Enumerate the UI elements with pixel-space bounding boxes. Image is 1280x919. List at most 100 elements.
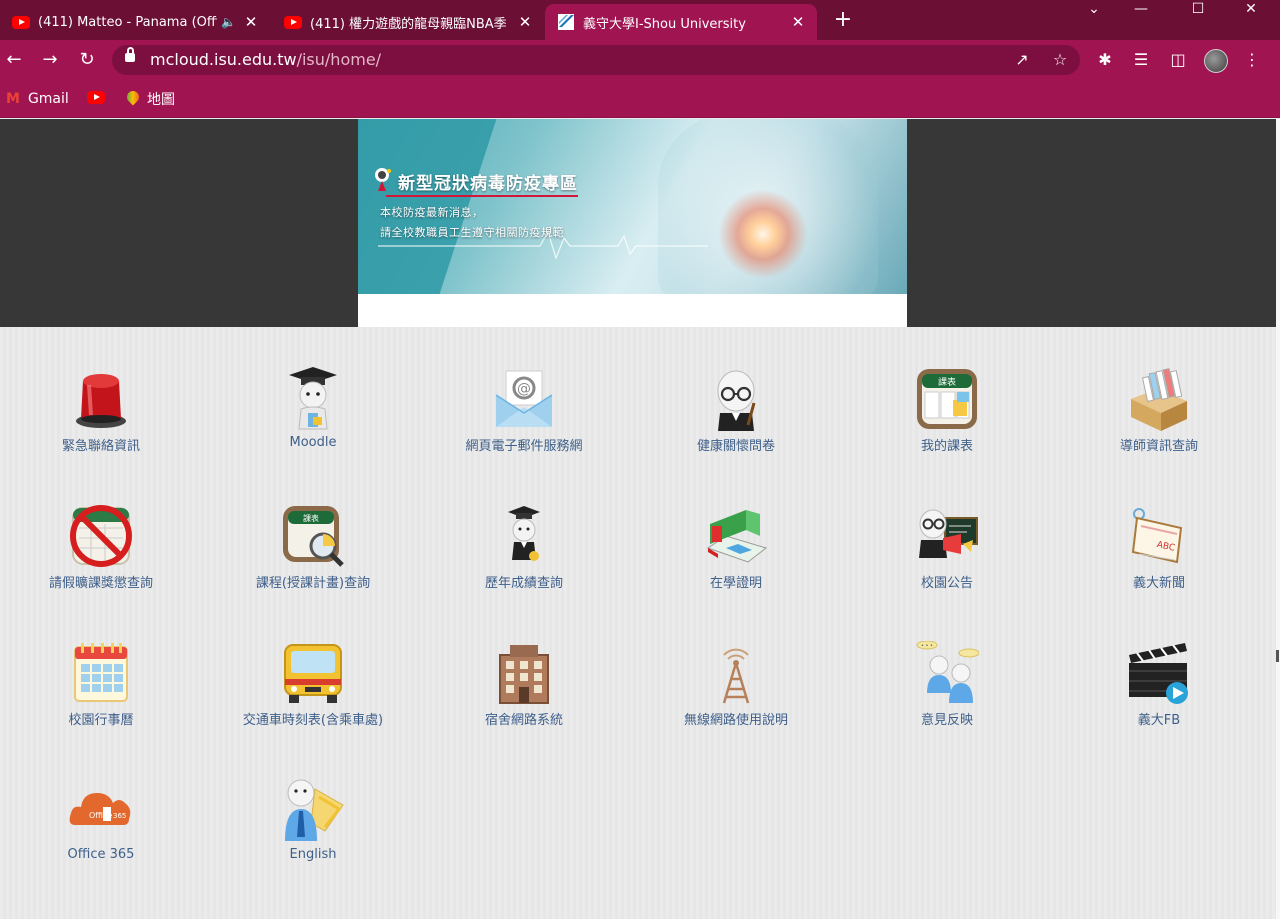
youtube-icon <box>87 90 105 108</box>
app-health-survey[interactable]: 健康關懷問卷 <box>646 367 826 477</box>
office365-cloud-icon: Office 365 <box>69 793 131 825</box>
app-label: 校園公告 <box>920 576 973 591</box>
app-mentor-info[interactable]: 導師資訊查詢 <box>1069 367 1249 477</box>
app-label: 導師資訊查詢 <box>1119 439 1198 454</box>
scrollbar-thumb[interactable] <box>1276 650 1279 662</box>
bookmark-youtube[interactable] <box>87 89 113 109</box>
close-icon[interactable]: ✕ <box>516 13 534 31</box>
app-webmail[interactable]: @ 網頁電子郵件服務網 <box>434 367 614 477</box>
shuttle-bus-icon <box>284 644 342 703</box>
url-host: mcloud.isu.edu.tw <box>150 50 297 69</box>
browser-toolbar: ← → ↻ mcloud.isu.edu.tw/isu/home/ ↗ ☆ ✱ … <box>0 40 1280 80</box>
page-content: 新型冠狀病毒防疫專區 本校防疫最新消息， 請全校教職員工生遵守相關防疫規範 緊急… <box>0 119 1276 919</box>
maps-icon <box>127 91 139 107</box>
app-office365[interactable]: Office 365 Office 365 <box>11 779 191 889</box>
tab-isu[interactable]: 義守大學I-Shou University ✕ <box>545 4 817 40</box>
app-label: Moodle <box>289 435 337 450</box>
app-isu-fb[interactable]: 義大FB <box>1069 641 1249 751</box>
bookmark-label: Gmail <box>27 91 69 107</box>
app-grades[interactable]: 歷年成績查詢 <box>434 504 614 614</box>
lock-icon <box>125 47 135 62</box>
app-label: 緊急聯絡資訊 <box>61 439 140 454</box>
app-english[interactable]: English <box>223 779 403 889</box>
app-label: 我的課表 <box>920 439 973 454</box>
app-label: 義大FB <box>1137 713 1181 728</box>
app-dorm-network[interactable]: 宿舍網路系統 <box>434 641 614 751</box>
campus-announcement-icon <box>919 509 978 558</box>
bookmark-gmail[interactable]: M Gmail <box>6 89 69 109</box>
app-campus-announcement[interactable]: 校園公告 <box>857 504 1037 614</box>
media-playlist-icon[interactable]: ☰ <box>1131 50 1151 70</box>
tab-title: 義守大學I-Shou University <box>583 16 746 32</box>
app-shuttle-bus[interactable]: 交通車時刻表(含乘車處) <box>223 641 403 751</box>
bookmark-label: 地圖 <box>147 92 175 108</box>
svg-text:@: @ <box>517 381 531 397</box>
course-search-icon: 課表 <box>283 506 344 567</box>
app-label: 在學證明 <box>709 576 762 591</box>
forward-icon[interactable]: → <box>38 48 62 72</box>
url-text[interactable]: mcloud.isu.edu.tw/isu/home/ <box>150 50 381 69</box>
bookmarks-bar: M Gmail 地圖 <box>0 80 1280 118</box>
reload-icon[interactable]: ↻ <box>75 48 99 72</box>
app-label: 課程(授課計畫)查詢 <box>255 576 371 591</box>
tab-search-icon[interactable]: ⌄ <box>1083 0 1105 20</box>
back-icon[interactable]: ← <box>2 48 26 72</box>
app-label: 宿舍網路系統 <box>484 713 563 728</box>
hero-band: 新型冠狀病毒防疫專區 本校防疫最新消息， 請全校教職員工生遵守相關防疫規範 <box>0 119 1276 327</box>
close-icon[interactable]: ✕ <box>242 13 260 31</box>
english-person-icon <box>285 779 344 841</box>
kebab-menu-icon[interactable]: ⋮ <box>1242 50 1262 70</box>
isu-icon <box>557 13 575 31</box>
speaker-icon[interactable]: 🔈 <box>221 15 236 29</box>
app-moodle[interactable]: Moodle <box>223 367 403 477</box>
wifi-tower-icon <box>722 648 750 704</box>
dorm-building-icon <box>499 645 549 704</box>
health-doctor-icon <box>717 370 756 431</box>
share-icon[interactable]: ↗ <box>1012 50 1032 70</box>
app-label: 無線網路使用說明 <box>683 713 788 728</box>
app-label: 網頁電子郵件服務網 <box>465 439 583 454</box>
profile-avatar[interactable] <box>1204 49 1228 73</box>
new-tab-button[interactable]: + <box>832 8 854 32</box>
emergency-siren-icon <box>76 374 126 428</box>
grades-graduate-icon <box>508 506 540 561</box>
campus-calendar-icon <box>74 643 128 702</box>
app-leave-absence[interactable]: 請假曠課獎懲查詢 <box>11 504 191 614</box>
app-wifi-guide[interactable]: 無線網路使用說明 <box>646 641 826 751</box>
app-label: 義大新聞 <box>1132 576 1185 591</box>
covid-banner[interactable]: 新型冠狀病毒防疫專區 本校防疫最新消息， 請全校教職員工生遵守相關防疫規範 <box>358 119 907 327</box>
tab-title: (411) 權力遊戲的龍母親臨NBA季 <box>310 16 507 32</box>
minimize-icon[interactable]: — <box>1130 0 1152 20</box>
webmail-envelope-icon: @ <box>495 370 553 427</box>
app-label: 意見反映 <box>920 713 973 728</box>
svg-text:• • •: • • • <box>921 643 933 649</box>
app-campus-calendar[interactable]: 校園行事曆 <box>11 641 191 751</box>
bookmark-maps[interactable]: 地圖 <box>127 89 175 109</box>
svg-text:課表: 課表 <box>303 513 319 523</box>
close-icon[interactable]: ✕ <box>789 13 807 31</box>
app-enrollment-certificate[interactable]: 在學證明 <box>646 504 826 614</box>
tab-youtube-matteo[interactable]: (411) Matteo - Panama (Official 🔈 ✕ <box>0 4 270 40</box>
extensions-puzzle-icon[interactable]: ✱ <box>1095 50 1115 70</box>
enrollment-certificate-icon <box>706 510 768 563</box>
app-course-search[interactable]: 課表 課程(授課計畫)查詢 <box>223 504 403 614</box>
tab-youtube-nba[interactable]: (411) 權力遊戲的龍母親臨NBA季 ✕ <box>272 4 544 40</box>
fb-video-icon <box>1129 643 1188 704</box>
app-emergency-contact[interactable]: 緊急聯絡資訊 <box>11 367 191 477</box>
youtube-icon <box>284 13 302 31</box>
tab-title: (411) Matteo - Panama (Official <box>38 14 217 30</box>
app-isu-news[interactable]: ABC 義大新聞 <box>1069 504 1249 614</box>
app-my-timetable[interactable]: 課表 我的課表 <box>857 367 1037 477</box>
app-feedback[interactable]: • • • 意見反映 <box>857 641 1037 751</box>
maximize-icon[interactable]: ☐ <box>1187 0 1209 20</box>
bookmark-star-icon[interactable]: ☆ <box>1050 50 1070 70</box>
scrollbar-track[interactable] <box>1276 119 1280 919</box>
gmail-icon: M <box>6 91 20 107</box>
window-close-icon[interactable]: ✕ <box>1240 0 1262 20</box>
feedback-chat-icon: • • • <box>916 641 979 703</box>
covid-banner-image: 新型冠狀病毒防疫專區 本校防疫最新消息， 請全校教職員工生遵守相關防疫規範 <box>358 119 907 294</box>
banner-line-1: 本校防疫最新消息， <box>380 206 484 219</box>
side-panel-icon[interactable]: ◫ <box>1168 50 1188 70</box>
app-label: 歷年成績查詢 <box>484 576 563 591</box>
address-bar[interactable]: mcloud.isu.edu.tw/isu/home/ ↗ ☆ <box>112 45 1080 75</box>
